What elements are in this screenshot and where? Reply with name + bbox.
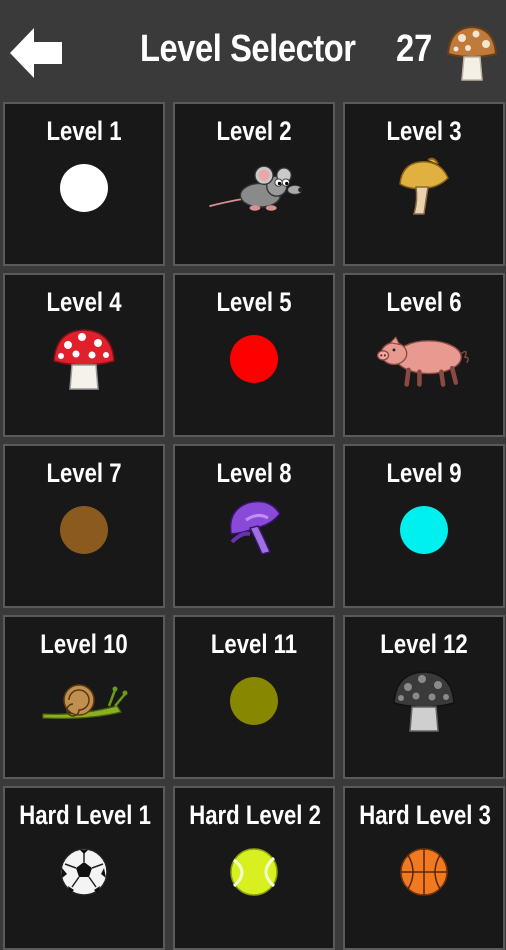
back-arrow-icon: [10, 28, 62, 78]
level-label: Level 11: [210, 629, 298, 659]
basketball-icon: [374, 840, 474, 904]
level-label: Level 4: [46, 287, 122, 317]
level-tile-1[interactable]: Level 1: [3, 102, 165, 266]
level-label: Level 9: [386, 458, 462, 488]
level-tile-6[interactable]: Level 6: [343, 273, 505, 437]
tennis-ball-icon: [204, 840, 304, 904]
level-label: Level 2: [216, 116, 292, 146]
white-dot-icon: [34, 156, 134, 220]
level-tile-7[interactable]: Level 7: [3, 444, 165, 608]
level-tile-2[interactable]: Level 2: [173, 102, 335, 266]
hard-level-tile-1[interactable]: Hard Level 1: [3, 786, 165, 950]
snail-icon: [34, 669, 134, 733]
soccer-ball-icon: [34, 840, 134, 904]
page-title: Level Selector: [140, 28, 356, 70]
red-dot-icon: [204, 327, 304, 391]
gray-spotted-mushroom-icon: [374, 669, 474, 733]
level-label: Hard Level 2: [189, 800, 321, 830]
level-tile-4[interactable]: Level 4: [3, 273, 165, 437]
level-label: Level 5: [216, 287, 292, 317]
level-tile-12[interactable]: Level 12: [343, 615, 505, 779]
yellow-mushroom-icon: [374, 156, 474, 220]
level-tile-9[interactable]: Level 9: [343, 444, 505, 608]
level-tile-5[interactable]: Level 5: [173, 273, 335, 437]
level-label: Level 8: [216, 458, 292, 488]
level-tile-3[interactable]: Level 3: [343, 102, 505, 266]
level-label: Level 3: [386, 116, 462, 146]
brown-dot-icon: [34, 498, 134, 562]
level-label: Hard Level 3: [359, 800, 491, 830]
level-label: Level 10: [40, 629, 128, 659]
level-label: Level 12: [380, 629, 468, 659]
hard-level-tile-3[interactable]: Hard Level 3: [343, 786, 505, 950]
level-tile-10[interactable]: Level 10: [3, 615, 165, 779]
mouse-icon: [204, 156, 304, 220]
level-tile-11[interactable]: Level 11: [173, 615, 335, 779]
level-label: Level 6: [386, 287, 462, 317]
cyan-dot-icon: [374, 498, 474, 562]
level-grid: Level 1 Level 2 Level 3 Level 4 Level 5 …: [3, 102, 505, 950]
hard-level-tile-2[interactable]: Hard Level 2: [173, 786, 335, 950]
mushroom-count: 27: [396, 28, 433, 70]
back-button[interactable]: [4, 22, 66, 84]
pig-icon: [374, 327, 474, 391]
mushroom-icon: [444, 24, 500, 82]
olive-dot-icon: [204, 669, 304, 733]
level-label: Level 7: [46, 458, 122, 488]
purple-mushroom-icon: [204, 498, 304, 562]
level-label: Hard Level 1: [19, 800, 151, 830]
red-spotted-mushroom-icon: [34, 327, 134, 391]
level-tile-8[interactable]: Level 8: [173, 444, 335, 608]
header-bar: Level Selector 27: [0, 0, 506, 100]
level-label: Level 1: [46, 116, 122, 146]
